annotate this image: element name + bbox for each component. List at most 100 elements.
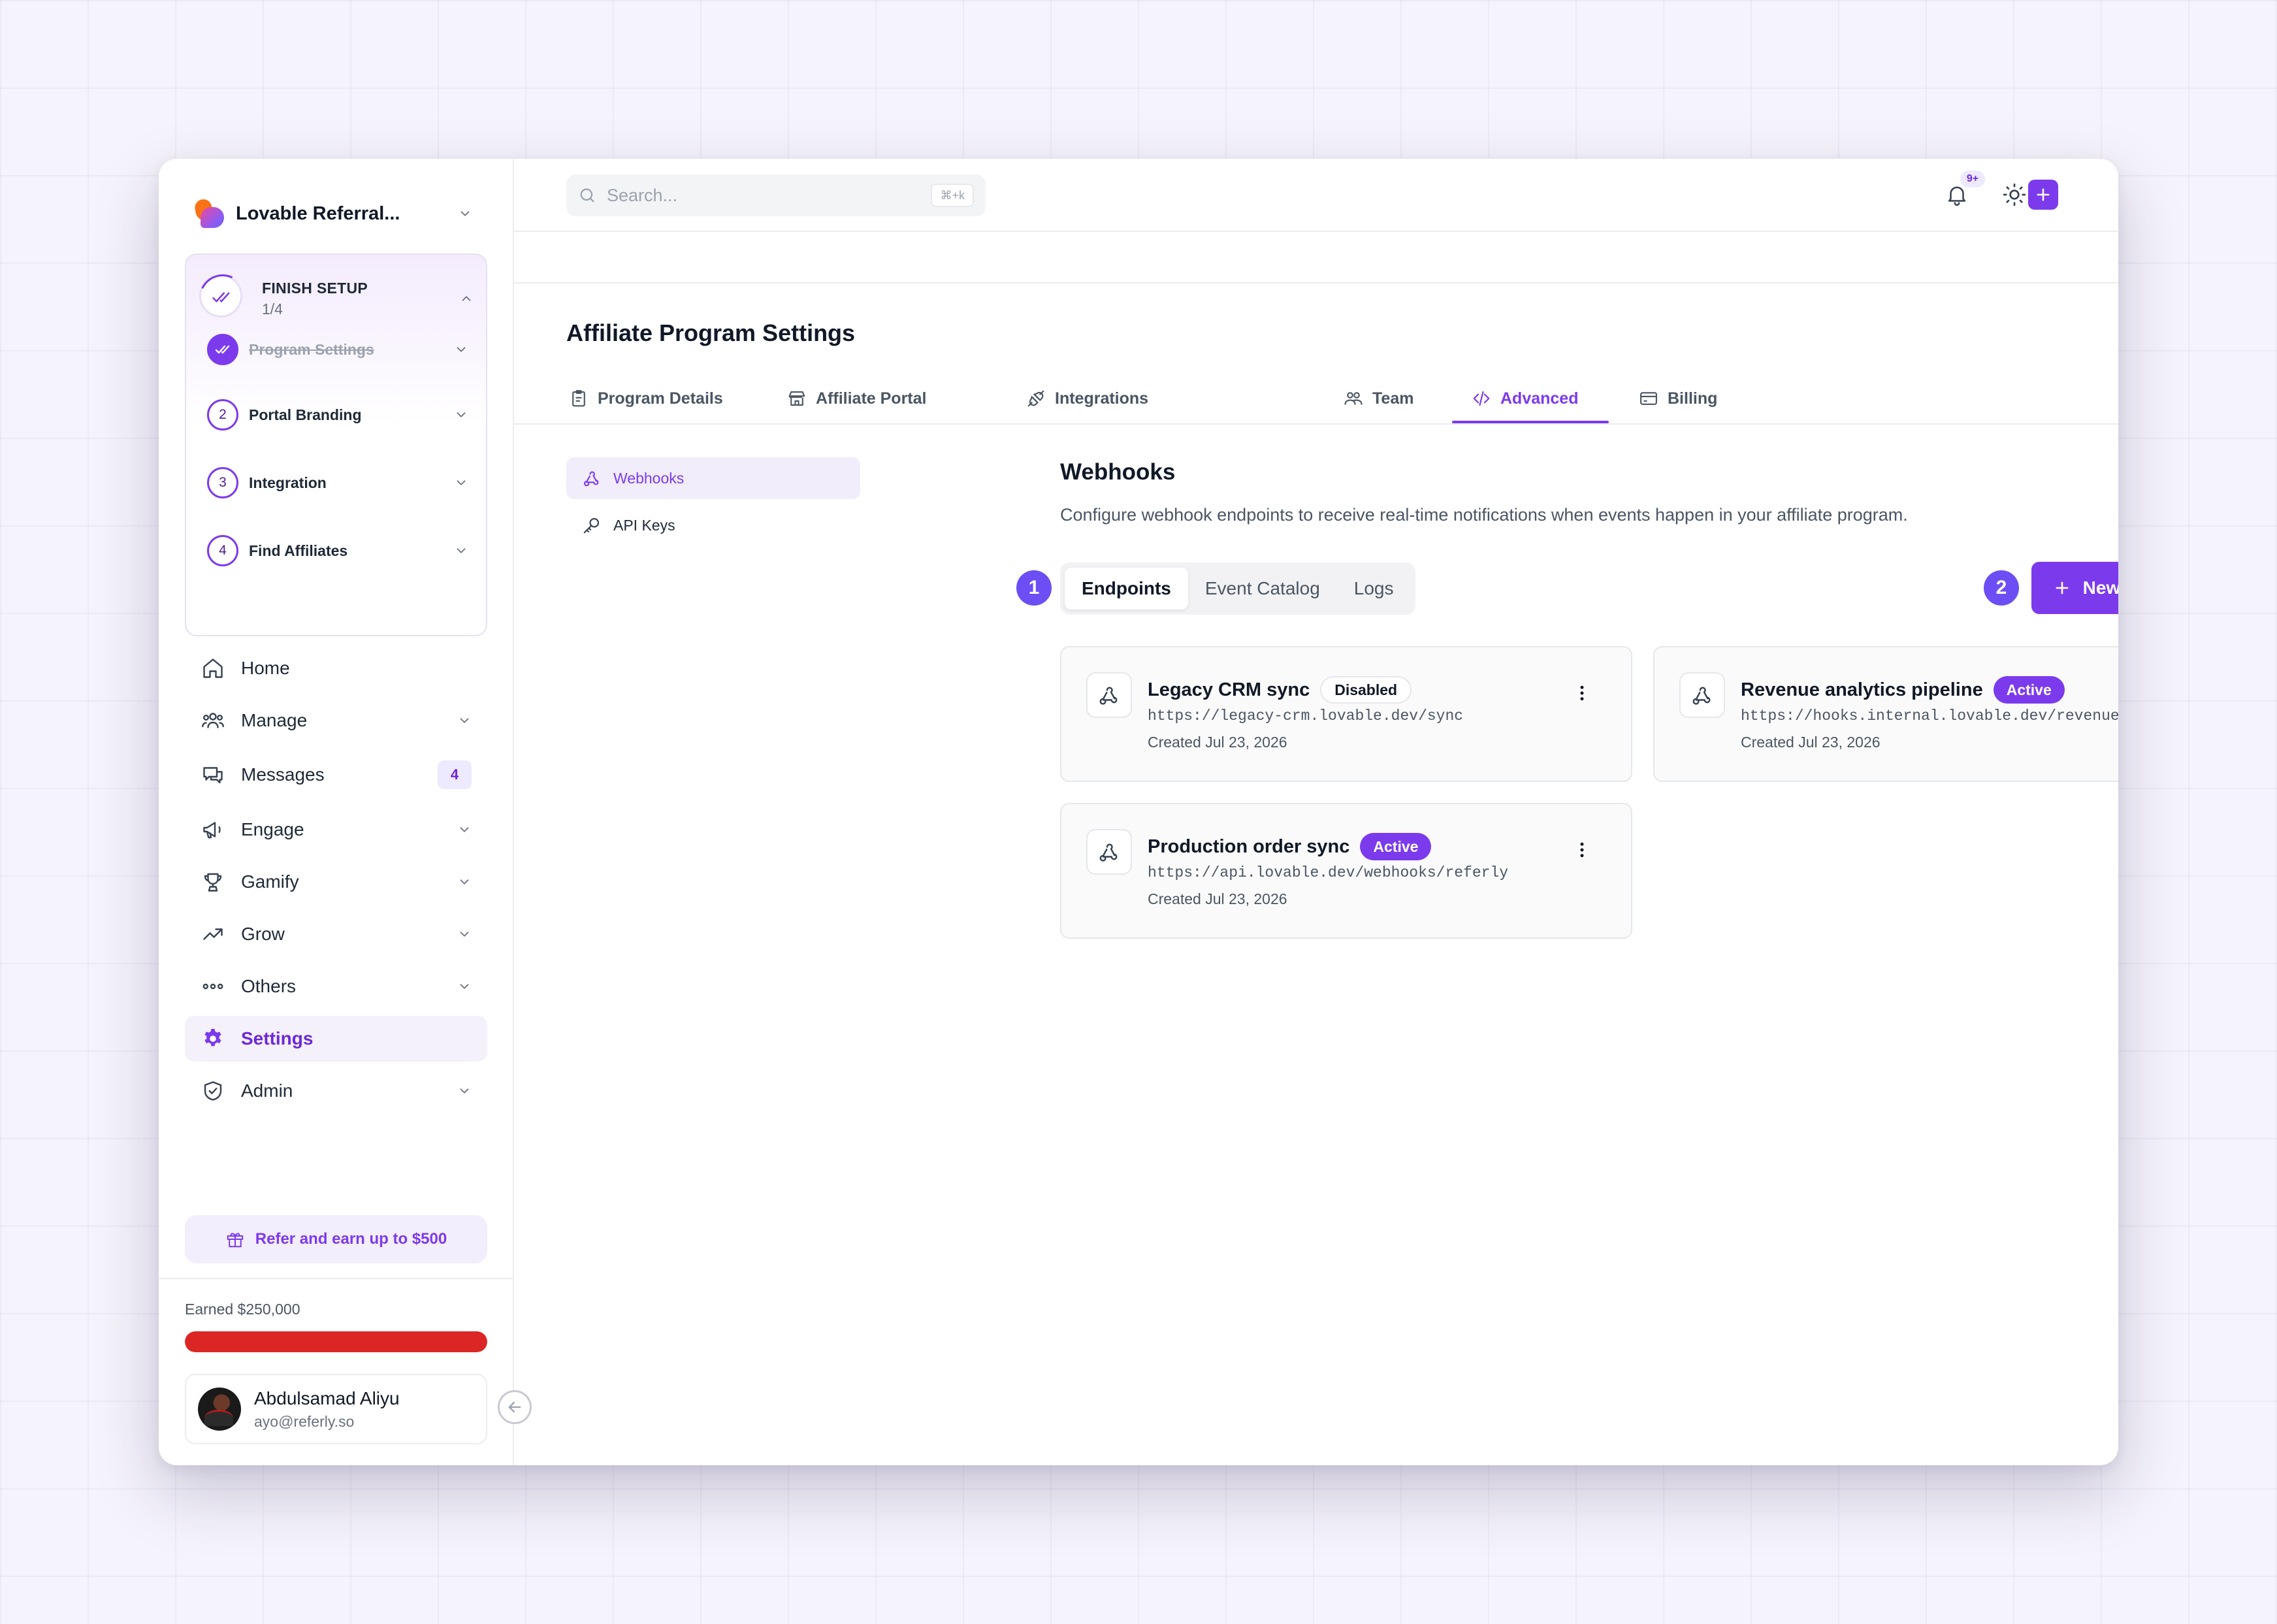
search-bar[interactable]: ⌘+k: [566, 174, 986, 216]
subnav-label: Webhooks: [613, 469, 685, 487]
nav-label: Engage: [241, 819, 304, 839]
new-endpoint-label: New Endpoint: [2082, 577, 2118, 598]
tab-advanced[interactable]: Advanced: [1472, 374, 1578, 423]
setup-step-integration[interactable]: 3 Integration: [207, 465, 468, 500]
subnav-label: API Keys: [613, 516, 675, 534]
webhook-icon: [1086, 829, 1132, 875]
endpoint-url: https://api.lovable.dev/webhooks/referly: [1148, 864, 1509, 881]
org-logo: [193, 197, 224, 229]
tab-integrations[interactable]: Integrations: [1026, 374, 1148, 423]
org-switcher[interactable]: Lovable Referral...: [193, 190, 472, 237]
org-name: Lovable Referral...: [236, 203, 400, 224]
sidebar-item-gamify[interactable]: Gamify: [185, 859, 487, 905]
nav-label: Gamify: [241, 871, 299, 892]
endpoint-card-production-order-sync[interactable]: Production order sync Active https://api…: [1060, 803, 1632, 939]
tab-billing[interactable]: Billing: [1639, 374, 1717, 423]
tabs-divider: [514, 423, 2118, 425]
nav-label: Admin: [241, 1080, 293, 1101]
notifications-badge: 9+: [1960, 171, 1985, 187]
trophy-icon: [201, 869, 225, 894]
subnav-api-keys[interactable]: API Keys: [566, 504, 860, 546]
setup-step-program-settings[interactable]: Program Settings: [207, 332, 468, 367]
store-icon: [788, 391, 805, 406]
endpoint-card-revenue-analytics-pipeline[interactable]: Revenue analytics pipeline Active https:…: [1653, 646, 2118, 782]
sidebar-item-manage[interactable]: Manage: [185, 698, 487, 743]
sun-icon: [2003, 183, 2026, 206]
plus-icon: [2056, 581, 2069, 594]
sidebar-item-settings[interactable]: Settings: [185, 1016, 487, 1062]
step-marker-1: 1: [1016, 570, 1052, 606]
tab-affiliate-portal[interactable]: Affiliate Portal: [787, 374, 926, 423]
megaphone-icon: [201, 817, 225, 842]
tab-label: Billing: [1668, 389, 1718, 408]
segment-endpoints[interactable]: Endpoints: [1065, 568, 1188, 609]
avatar: [198, 1388, 241, 1431]
step-number: 3: [207, 467, 238, 498]
endpoint-name: Revenue analytics pipeline Active: [1741, 676, 2065, 704]
notifications-button[interactable]: 9+: [1941, 171, 1985, 211]
segment-logs[interactable]: Logs: [1337, 568, 1411, 609]
more-vertical-icon: [1580, 842, 1584, 858]
create-button[interactable]: [2028, 180, 2058, 210]
finish-setup-header[interactable]: FINISH SETUP 1/4: [199, 272, 474, 321]
setup-step-portal-branding[interactable]: 2 Portal Branding: [207, 397, 468, 432]
webhook-icon: [1679, 672, 1725, 718]
status-badge: Active: [1993, 676, 2065, 704]
earned-progress-fill: [185, 1331, 487, 1352]
endpoint-created: Created Jul 23, 2026: [1148, 890, 1287, 907]
team-icon: [1344, 392, 1363, 405]
new-endpoint-button[interactable]: New Endpoint: [2031, 562, 2118, 614]
sidebar-item-home[interactable]: Home: [185, 645, 487, 691]
step-label: Portal Branding: [249, 406, 362, 423]
endpoint-url: https://hooks.internal.lovable.dev/reven…: [1741, 707, 2118, 724]
step-marker-2: 2: [1984, 570, 2019, 606]
setup-progress-ring: [199, 274, 242, 317]
endpoint-menu-button[interactable]: [1572, 837, 1592, 863]
sidebar-item-engage[interactable]: Engage: [185, 807, 487, 853]
user-profile[interactable]: Abdulsamad Aliyu ayo@referly.so: [185, 1374, 487, 1444]
chevron-down-icon: [454, 476, 468, 490]
webhook-icon: [1086, 672, 1132, 718]
nav-label: Grow: [241, 924, 285, 944]
clipboard-icon: [572, 390, 585, 407]
endpoint-card-legacy-crm-sync[interactable]: Legacy CRM sync Disabled https://legacy-…: [1060, 646, 1632, 782]
setup-step-find-affiliates[interactable]: 4 Find Affiliates: [207, 533, 468, 568]
chevron-down-icon: [457, 713, 472, 728]
sidebar-item-admin[interactable]: Admin: [185, 1068, 487, 1114]
home-icon: [201, 656, 225, 681]
header-divider: [514, 282, 2118, 284]
sidebar-item-messages[interactable]: Messages 4: [185, 752, 487, 798]
theme-toggle-button[interactable]: [1998, 178, 2031, 211]
endpoint-menu-button[interactable]: [1572, 680, 1592, 706]
tab-label: Affiliate Portal: [816, 389, 927, 408]
earned-progress-bar: [185, 1331, 487, 1352]
search-input[interactable]: [607, 185, 931, 206]
nav-label: Others: [241, 976, 297, 996]
step-number: 2: [207, 399, 238, 430]
endpoint-name: Legacy CRM sync Disabled: [1148, 676, 1412, 704]
chevron-up-icon[interactable]: [459, 291, 474, 306]
trending-up-icon: [201, 922, 225, 947]
double-check-icon: [212, 292, 230, 302]
step-label: Find Affiliates: [249, 542, 348, 559]
chevron-down-icon: [454, 342, 468, 357]
collapse-sidebar-button[interactable]: [498, 1390, 532, 1424]
refer-label: Refer and earn up to $500: [255, 1230, 447, 1248]
sidebar-item-others[interactable]: Others: [185, 964, 487, 1009]
chevron-down-icon: [457, 822, 472, 837]
chevron-down-icon: [457, 1084, 472, 1098]
segment-event-catalog[interactable]: Event Catalog: [1188, 568, 1337, 609]
endpoint-name-text: Revenue analytics pipeline: [1741, 679, 1983, 700]
nav-label: Home: [241, 658, 290, 678]
tab-label: Integrations: [1055, 389, 1149, 408]
sidebar-item-grow[interactable]: Grow: [185, 911, 487, 957]
double-check-icon: [215, 345, 230, 354]
tab-program-details[interactable]: Program Details: [569, 374, 723, 423]
user-email: ayo@referly.so: [254, 1412, 355, 1430]
earned-label: Earned $250,000: [185, 1301, 300, 1318]
subnav-webhooks[interactable]: Webhooks: [566, 457, 860, 499]
endpoint-name: Production order sync Active: [1148, 833, 1432, 860]
tab-team[interactable]: Team: [1344, 374, 1413, 423]
refer-and-earn-button[interactable]: Refer and earn up to $500: [185, 1215, 487, 1263]
nav-label: Messages: [241, 764, 325, 785]
